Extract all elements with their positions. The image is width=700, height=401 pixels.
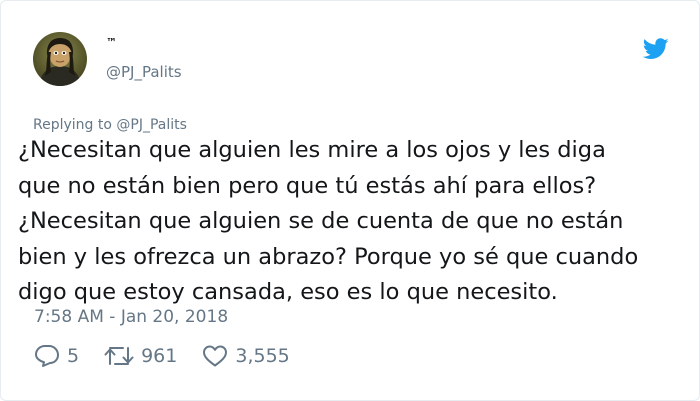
retweet-button[interactable]: 961 (104, 345, 177, 367)
twitter-bird-icon[interactable] (643, 38, 669, 60)
like-count: 3,555 (235, 345, 290, 367)
tweet-line: ¿Necesitan que alguien se de cuenta de q… (18, 208, 624, 234)
tweet-timestamp[interactable]: 7:58 AM - Jan 20, 2018 (34, 307, 228, 327)
avatar[interactable] (33, 32, 87, 86)
tweet-line: bien y les ofrezca un abrazo? Porque yo … (18, 243, 639, 270)
tweet-card: ™ @PJ_Palits Replying to @PJ_Palits ¿Nec… (0, 0, 700, 401)
reply-icon (35, 345, 59, 367)
tweet-actions: 5 961 3,555 (34, 344, 290, 368)
retweet-count: 961 (141, 345, 178, 367)
like-button[interactable]: 3,555 (202, 344, 290, 368)
tweet-text: ¿Necesitan que alguien les mire a los oj… (18, 133, 694, 311)
avatar-portrait-icon (33, 32, 87, 86)
reply-button[interactable]: 5 (34, 344, 79, 368)
retweet-icon (104, 347, 134, 365)
tweet-line: ¿Necesitan que alguien les mire a los oj… (18, 137, 606, 163)
tweet-line: digo que estoy cansada, eso es lo que ne… (18, 279, 558, 305)
heart-icon (203, 345, 228, 367)
reply-count: 5 (67, 345, 80, 367)
replying-to-label[interactable]: Replying to @PJ_Palits (33, 117, 187, 133)
display-name[interactable]: ™ (106, 36, 118, 49)
user-handle[interactable]: @PJ_Palits (106, 63, 182, 81)
tweet-line: que no están bien pero que tú estás ahí … (18, 172, 597, 199)
